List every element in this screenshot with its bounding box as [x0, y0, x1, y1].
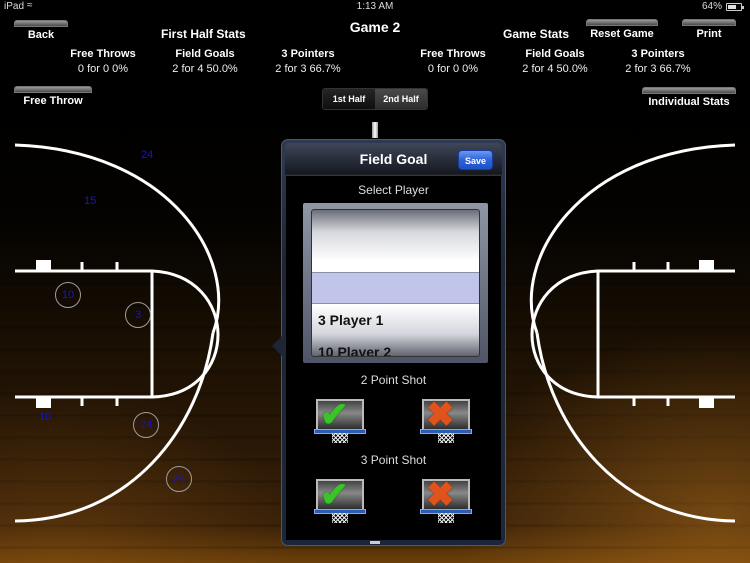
stat-label: Free Throws: [420, 48, 486, 60]
stat-value: 2 for 4 50.0%: [522, 63, 588, 75]
popover-header: Field Goal Save: [285, 143, 502, 175]
status-bar: iPad ≈ 1:13 AM 64%: [0, 0, 750, 14]
first-half-3-pointers: 3 Pointers 2 for 3 66.7%: [253, 48, 363, 75]
free-throw-label: Free Throw: [23, 95, 83, 107]
right-three-point-arc-lower: [535, 332, 736, 523]
check-icon: ✔: [320, 476, 349, 514]
shot-marker-missed[interactable]: 24: [166, 466, 192, 492]
two-point-missed-button[interactable]: ✖: [420, 396, 472, 443]
button-cap: [642, 87, 736, 94]
left-three-point-arc: [14, 143, 221, 334]
first-half-field-goals: Field Goals 2 for 4 50.0%: [150, 48, 260, 75]
left-free-throw-circle: [151, 269, 220, 399]
x-icon: ✖: [426, 476, 455, 514]
shot-marker-missed[interactable]: 3: [125, 302, 151, 328]
stat-label: Free Throws: [70, 48, 136, 60]
battery-percent: 64%: [701, 1, 722, 12]
shot-marker-missed[interactable]: 24: [133, 412, 159, 438]
individual-stats-button[interactable]: Individual Stats: [642, 87, 736, 108]
shot-marker[interactable]: 15: [84, 195, 96, 207]
stat-label: Field Goals: [175, 48, 235, 60]
shot-marker-missed[interactable]: 10: [55, 282, 81, 308]
player-picker[interactable]: 3 Player 1 10 Player 2: [303, 203, 488, 363]
picker-option[interactable]: 10 Player 2: [318, 344, 391, 356]
three-point-shot-label: 3 Point Shot: [360, 453, 427, 467]
stat-label: 3 Pointers: [631, 48, 685, 60]
save-button[interactable]: Save: [458, 150, 493, 170]
individual-stats-label: Individual Stats: [648, 96, 730, 108]
stat-value: 2 for 4 50.0%: [172, 63, 238, 75]
select-player-label: Select Player: [358, 183, 429, 197]
stat-label: 3 Pointers: [281, 48, 335, 60]
right-half-court: [529, 143, 736, 523]
game-field-goals: Field Goals 2 for 4 50.0%: [500, 48, 610, 75]
right-free-throw-circle: [530, 269, 599, 399]
center-marker: [372, 122, 378, 138]
game-stats-title: Game Stats: [503, 27, 570, 41]
three-point-made-button[interactable]: ✔: [314, 476, 366, 523]
picker-wheel[interactable]: 3 Player 1 10 Player 2: [311, 209, 480, 357]
page-title: Game 2: [349, 19, 401, 35]
stat-value: 2 for 3 66.7%: [625, 63, 691, 75]
x-icon: ✖: [426, 396, 455, 434]
right-three-point-arc: [529, 143, 736, 334]
tab-2nd-half[interactable]: 2nd Half: [375, 89, 427, 109]
shot-marker[interactable]: 24: [141, 149, 153, 161]
stat-label: Field Goals: [525, 48, 585, 60]
left-three-point-arc-lower: [14, 332, 215, 523]
shot-marker[interactable]: 10: [39, 411, 51, 423]
game-3-pointers: 3 Pointers 2 for 3 66.7%: [603, 48, 713, 75]
tab-1st-half[interactable]: 1st Half: [323, 89, 375, 109]
free-throw-button[interactable]: Free Throw: [14, 86, 92, 107]
half-segmented-control[interactable]: 1st Half 2nd Half: [322, 88, 428, 110]
two-point-shot-label: 2 Point Shot: [360, 373, 427, 387]
stat-value: 0 for 0 0%: [77, 63, 129, 75]
lane-block: [699, 398, 714, 408]
game-free-throws: Free Throws 0 for 0 0%: [398, 48, 508, 75]
picker-option[interactable]: 3 Player 1: [318, 312, 383, 328]
popover-grab-handle: [370, 541, 380, 544]
picker-selection-band: [312, 272, 479, 304]
stat-value: 0 for 0 0%: [427, 63, 479, 75]
field-goal-popover: Field Goal Save Select Player 3 Player 1…: [272, 139, 506, 546]
right-key: [596, 269, 735, 399]
lane-block: [699, 260, 714, 270]
battery-icon: [726, 3, 744, 11]
left-key: [15, 269, 154, 399]
three-point-missed-button[interactable]: ✖: [420, 476, 472, 523]
clock: 1:13 AM: [356, 1, 394, 12]
lane-block: [36, 398, 51, 408]
left-half-court: [14, 143, 221, 523]
check-icon: ✔: [320, 396, 349, 434]
popover-arrow: [272, 336, 282, 356]
first-half-free-throws: Free Throws 0 for 0 0%: [48, 48, 158, 75]
lane-block: [36, 260, 51, 270]
stat-value: 2 for 3 66.7%: [275, 63, 341, 75]
two-point-made-button[interactable]: ✔: [314, 396, 366, 443]
first-half-stats-title: First Half Stats: [161, 27, 246, 41]
button-cap: [14, 86, 92, 93]
popover-body: Select Player 3 Player 1 10 Player 2 2 P…: [286, 176, 501, 540]
